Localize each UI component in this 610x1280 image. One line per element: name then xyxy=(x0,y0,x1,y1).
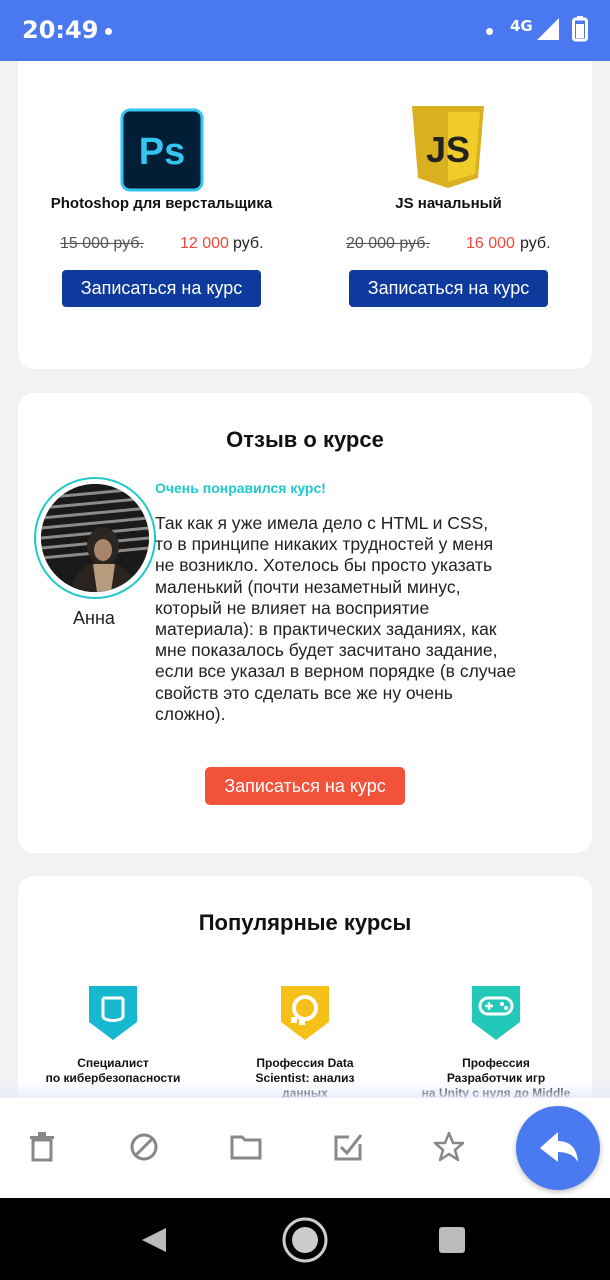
status-dot-icon xyxy=(486,28,493,35)
svg-text:JS: JS xyxy=(426,129,470,170)
data-science-icon xyxy=(279,984,331,1042)
price-currency: руб. xyxy=(233,235,264,252)
system-nav-bar xyxy=(0,1198,610,1280)
reply-button[interactable] xyxy=(516,1106,600,1190)
courses-card: Ps Photoshop для верстальщика 15 000 руб… xyxy=(18,61,592,369)
price-currency: руб. xyxy=(520,235,551,252)
mark-done-icon[interactable] xyxy=(331,1130,365,1164)
recents-icon[interactable] xyxy=(438,1226,466,1254)
enroll-button-photoshop[interactable]: Записаться на курс xyxy=(62,270,261,307)
review-text: Так как я уже имела дело с HTML и CSS, т… xyxy=(155,513,517,724)
review-title: Отзыв о курсе xyxy=(226,427,384,452)
popular-courses-card: Популярные курсы Специалист по кибербезо… xyxy=(18,876,592,1098)
block-icon[interactable] xyxy=(127,1130,161,1164)
enroll-button-js[interactable]: Записаться на курс xyxy=(349,270,548,307)
old-price: 20 000 руб. xyxy=(346,235,430,252)
page-content[interactable]: Ps Photoshop для верстальщика 15 000 руб… xyxy=(0,61,610,1098)
course-title: Photoshop для верстальщика xyxy=(50,195,273,212)
delete-icon[interactable] xyxy=(25,1130,59,1164)
home-icon[interactable] xyxy=(281,1216,329,1264)
new-price: 16 000 xyxy=(466,235,515,252)
gamepad-icon xyxy=(470,984,522,1042)
svg-text:Ps: Ps xyxy=(139,131,185,173)
review-heading: Очень понравился курс! xyxy=(155,480,326,496)
reply-icon xyxy=(540,1132,578,1162)
avatar-photo xyxy=(41,484,149,592)
new-price: 12 000 xyxy=(180,235,229,252)
status-time: 20:49 xyxy=(22,16,99,44)
network-type: 4G xyxy=(510,17,533,35)
folder-icon[interactable] xyxy=(229,1130,263,1164)
star-icon[interactable] xyxy=(432,1130,466,1164)
notification-dot-icon xyxy=(105,28,112,35)
old-price: 15 000 руб. xyxy=(60,235,144,252)
photoshop-logo-icon: Ps xyxy=(120,108,204,192)
js-logo-icon: JS xyxy=(412,106,484,188)
popular-title: Популярные курсы xyxy=(198,910,412,935)
enroll-button-review[interactable]: Записаться на курс xyxy=(205,767,405,805)
popular-item-cybersecurity[interactable]: Специалист по кибербезопасности xyxy=(28,984,198,1086)
signal-icon xyxy=(537,18,559,40)
back-icon[interactable] xyxy=(140,1226,168,1254)
course-title: JS начальный xyxy=(395,195,502,212)
review-card: Отзыв о курсе Анна Очень понравился курс… xyxy=(18,393,592,853)
scroll-fade xyxy=(0,1081,610,1098)
avatar xyxy=(34,477,156,599)
battery-icon xyxy=(572,16,588,42)
status-bar: 20:49 4G xyxy=(0,0,610,61)
shield-icon xyxy=(87,984,139,1042)
review-author: Анна xyxy=(73,608,115,628)
avatar-image xyxy=(41,484,149,592)
